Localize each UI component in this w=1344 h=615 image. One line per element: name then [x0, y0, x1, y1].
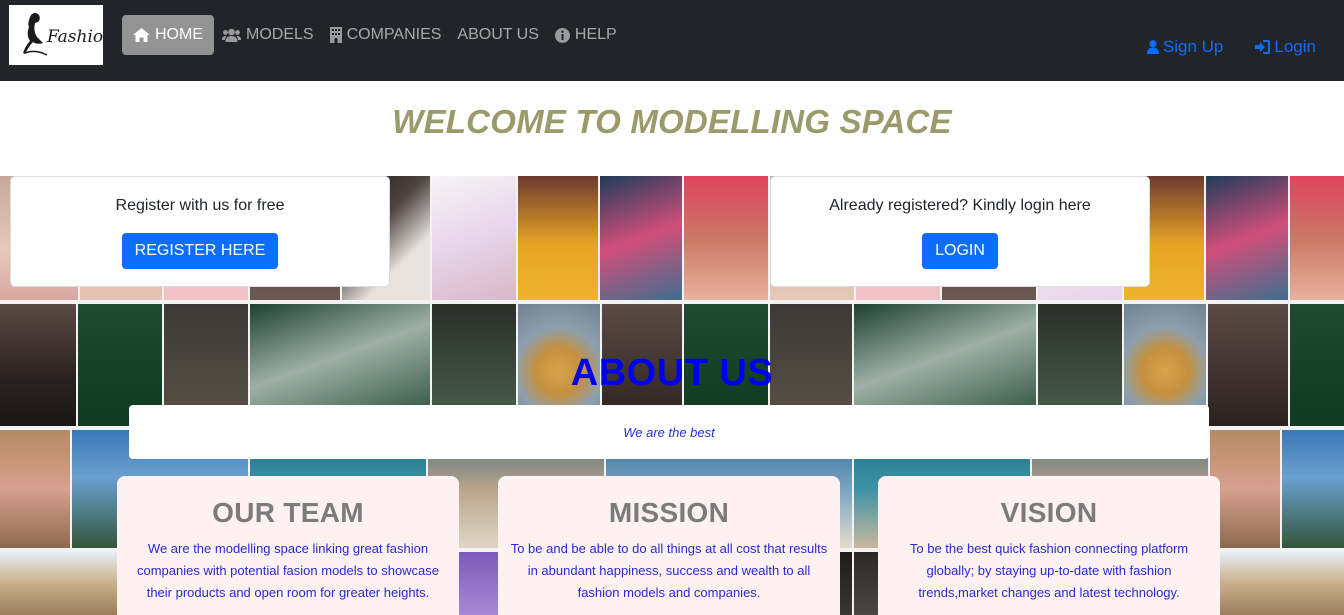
nav-help-label: HELP	[574, 26, 617, 43]
user-icon	[1146, 40, 1159, 54]
login-label: Login	[1274, 37, 1316, 56]
feature-text: To be the best quick fashion connecting …	[909, 541, 1189, 600]
sign-in-icon	[1255, 40, 1271, 54]
feature-text: We are the modelling space linking great…	[136, 541, 440, 600]
login-button[interactable]: LOGIN	[922, 233, 998, 269]
nav-about-us[interactable]: ABOUT US	[449, 15, 547, 55]
feature-text: To be and be able to do all things at al…	[510, 541, 828, 600]
feature-card-vision: VISION To be the best quick fashion conn…	[878, 476, 1220, 615]
collage-photo	[1206, 176, 1288, 300]
register-here-button[interactable]: REGISTER HERE	[121, 233, 279, 269]
nav-home-label: HOME	[155, 26, 203, 43]
collage-photo	[432, 176, 516, 300]
collage-photo	[0, 430, 70, 548]
feature-title: OUR TEAM	[212, 497, 364, 528]
about-tagline-strip: We are the best	[129, 405, 1209, 459]
about-tagline: We are the best	[623, 425, 715, 440]
signup-label: Sign Up	[1162, 37, 1224, 56]
login-card-text: Already registered? Kindly login here	[829, 197, 1091, 214]
auth-links: Sign Up Login	[1146, 37, 1316, 57]
top-navbar: Fashion HOME MODELS COMPANIES ABOUT US	[0, 0, 1344, 81]
register-card-text: Register with us for free	[115, 197, 285, 214]
collage-photo	[518, 176, 598, 300]
nav-home[interactable]: HOME	[122, 15, 214, 55]
nav-about-us-label: ABOUT US	[457, 26, 539, 43]
collage-photo	[1290, 176, 1344, 300]
home-icon	[133, 28, 150, 42]
main-nav: HOME MODELS COMPANIES ABOUT US HELP	[122, 15, 625, 55]
collage-photo	[1282, 430, 1344, 548]
welcome-section: WELCOME TO MODELLING SPACE	[0, 81, 1344, 176]
nav-models-label: MODELS	[246, 26, 314, 43]
feature-title: VISION	[1000, 497, 1098, 528]
collage-photo	[600, 176, 682, 300]
nav-models[interactable]: MODELS	[214, 15, 322, 55]
logo-text: Fashion	[47, 27, 103, 47]
about-us-title: ABOUT US	[570, 352, 774, 394]
register-card: Register with us for free REGISTER HERE	[10, 176, 390, 287]
welcome-title: WELCOME TO MODELLING SPACE	[392, 103, 952, 140]
collage-photo	[1210, 430, 1280, 548]
users-icon	[222, 28, 241, 42]
login-link[interactable]: Login	[1255, 37, 1316, 57]
signup-link[interactable]: Sign Up	[1146, 37, 1224, 57]
info-circle-icon	[554, 27, 570, 43]
brand-logo[interactable]: Fashion	[9, 5, 103, 65]
nav-help[interactable]: HELP	[547, 15, 625, 55]
nav-companies-label: COMPANIES	[346, 26, 442, 43]
login-card: Already registered? Kindly login here LO…	[770, 176, 1150, 287]
building-icon	[329, 27, 342, 43]
feature-card-our-team: OUR TEAM We are the modelling space link…	[117, 476, 459, 615]
collage-photo	[684, 176, 768, 300]
collage-photo	[1210, 552, 1344, 615]
feature-card-mission: MISSION To be and be able to do all thin…	[498, 476, 840, 615]
feature-title: MISSION	[608, 497, 730, 528]
nav-companies[interactable]: COMPANIES	[322, 15, 450, 55]
